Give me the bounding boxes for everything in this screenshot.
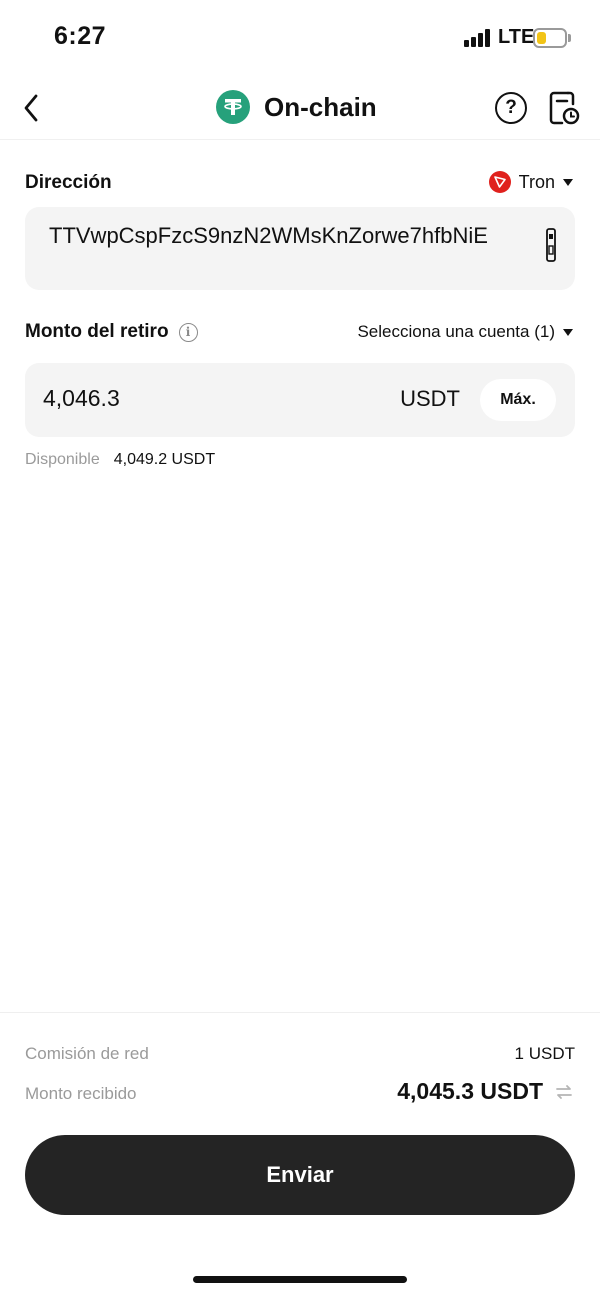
info-icon[interactable]: i — [178, 322, 198, 342]
address-value: TTVwpCspFzcS9nzN2WMsKnZorwe7hfbNiE — [49, 223, 488, 248]
fee-value: 1 USDT — [514, 1044, 575, 1063]
fee-label: Comisión de red — [25, 1044, 149, 1063]
account-selector-label: Selecciona una cuenta (1) — [357, 322, 555, 341]
battery-tip — [568, 34, 571, 42]
tron-icon — [488, 171, 511, 193]
address-field[interactable]: TTVwpCspFzcS9nzN2WMsKnZorwe7hfbNiE — [25, 207, 575, 290]
network-name: Tron — [518, 171, 555, 192]
address-book-icon[interactable] — [546, 228, 556, 262]
home-indicator — [193, 1276, 407, 1283]
history-button[interactable] — [548, 89, 580, 127]
available-label: Disponible — [25, 451, 100, 468]
help-circle-icon: ? — [505, 97, 517, 118]
amount-label-text: Monto del retiro — [25, 321, 169, 342]
send-button[interactable]: Enviar — [25, 1135, 575, 1215]
swap-icon[interactable] — [553, 1081, 575, 1103]
chevron-left-icon — [24, 94, 38, 122]
amount-input[interactable]: 4,046.3 — [43, 385, 120, 412]
available-balance: Disponible 4,049.2 USDT — [25, 451, 215, 469]
amount-currency: USDT — [400, 386, 460, 411]
received-amount: 4,045.3 USDT — [397, 1078, 575, 1105]
received-value: 4,045.3 USDT — [397, 1078, 543, 1104]
received-label: Monto recibido — [25, 1084, 137, 1103]
amount-label: Monto del retiro i — [25, 321, 198, 343]
tether-icon — [216, 90, 250, 124]
available-value: 4,049.2 USDT — [113, 451, 216, 468]
address-label: Dirección — [25, 172, 112, 193]
page-title: On-chain — [264, 91, 377, 122]
max-button[interactable]: Máx. — [480, 379, 556, 421]
page-title-group: On-chain — [216, 89, 377, 125]
status-time: 6:27 — [54, 22, 107, 50]
account-selector[interactable]: Selecciona una cuenta (1) — [357, 322, 573, 342]
amount-field[interactable]: 4,046.3 USDT Máx. — [25, 363, 575, 437]
history-icon — [549, 91, 580, 125]
battery-level — [537, 32, 546, 44]
back-button[interactable] — [18, 88, 48, 128]
signal-icon — [464, 29, 492, 47]
network-type: LTE — [498, 26, 535, 48]
caret-down-icon — [563, 178, 573, 186]
status-bar: 6:27 LTE — [0, 0, 600, 78]
help-button[interactable]: ? — [495, 92, 527, 124]
divider — [0, 1012, 600, 1013]
battery-icon — [533, 28, 567, 48]
header: On-chain ? — [0, 78, 600, 140]
network-selector[interactable]: Tron — [488, 171, 573, 193]
caret-down-icon — [563, 328, 573, 336]
